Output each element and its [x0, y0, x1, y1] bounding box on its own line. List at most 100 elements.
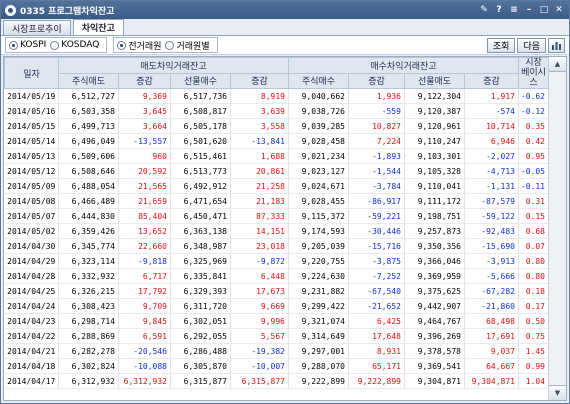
radio-all-members-label: 전거래원: [128, 41, 162, 52]
table-cell: 23,018: [230, 238, 289, 254]
table-cell: 13,652: [118, 223, 171, 239]
tab-market-program-trend[interactable]: 시장프로추이: [3, 20, 71, 35]
table-cell: 9,028,458: [288, 133, 349, 149]
table-row[interactable]: 2014/05/12 6,508,646 20,592 6,513,773 20,861…: [4, 163, 549, 179]
table-row[interactable]: 2014/05/09 6,488,054 21,565 6,492,912 21,258…: [4, 178, 549, 194]
table-cell: 9,039,285: [288, 118, 349, 134]
table-row[interactable]: 2014/04/29 6,323,114 -9,818 6,325,969 -9,872…: [4, 253, 549, 269]
balance-table: 일자 매도차익거래잔고 매수차익거래잔고 시장 베이시스 주식매도 증감 선물매수 증…: [4, 57, 549, 389]
col-subheader[interactable]: 선물매도: [404, 72, 465, 89]
table-cell: -59,122: [464, 208, 519, 224]
pin-icon[interactable]: ✎: [478, 4, 490, 16]
table-row[interactable]: 2014/04/24 6,308,423 9,709 6,311,720 9,669 9,…: [4, 298, 549, 314]
col-basis-header[interactable]: 시장 베이시스: [518, 57, 549, 89]
table-cell: 9,369,541: [404, 358, 465, 374]
minimize-icon[interactable]: –: [523, 4, 535, 16]
table-row[interactable]: 2014/04/22 6,288,869 6,591 6,292,055 5,567 9,…: [4, 328, 549, 344]
table-cell: 21,258: [230, 178, 289, 194]
table-cell: 0.95: [518, 148, 549, 164]
table-row[interactable]: 2014/05/15 6,499,713 3,664 6,505,178 3,558 9,…: [4, 118, 549, 134]
table-cell: -3,784: [348, 178, 405, 194]
col-subheader[interactable]: 증감: [118, 72, 171, 89]
table-cell: 9,231,882: [288, 283, 349, 299]
next-button[interactable]: 다음: [517, 37, 546, 53]
table-row[interactable]: 2014/04/30 6,345,774 22,660 6,348,987 23,018…: [4, 238, 549, 254]
radio-kospi[interactable]: KOSPI: [9, 40, 46, 50]
table-row[interactable]: 2014/04/25 6,326,215 17,792 6,329,393 17,673…: [4, 283, 549, 299]
table-row[interactable]: 2014/05/13 6,509,606 960 6,515,461 1,688 9,02…: [4, 148, 549, 164]
table-cell: 0.75: [518, 328, 549, 344]
table-row[interactable]: 2014/05/08 6,466,489 21,659 6,471,654 21,183…: [4, 193, 549, 209]
table-cell: -21,652: [348, 298, 405, 314]
radio-unselected-icon: [50, 40, 60, 50]
col-subheader[interactable]: 주식매도: [58, 72, 119, 89]
table-cell: 9,122,304: [404, 88, 465, 104]
table-cell: 6,325,969: [170, 253, 231, 269]
table-cell: 6,323,114: [58, 253, 119, 269]
table-row[interactable]: 2014/04/18 6,302,824 -10,088 6,305,870 -10,0…: [4, 358, 549, 374]
chart-icon[interactable]: [548, 37, 565, 53]
col-subheader[interactable]: 증감: [230, 72, 289, 89]
table-row[interactable]: 2014/04/23 6,298,714 9,845 6,302,051 9,996 9,…: [4, 313, 549, 329]
scroll-down-icon[interactable]: ▼: [549, 385, 566, 400]
arbitrage-balance-grid[interactable]: 일자 매도차익거래잔고 매수차익거래잔고 시장 베이시스 주식매도 증감 선물매수 증…: [3, 56, 567, 401]
table-cell: 0.17: [518, 298, 549, 314]
table-cell: 9,205,039: [288, 238, 349, 254]
table-row[interactable]: 2014/05/07 6,444,830 85,404 6,450,471 87,333…: [4, 208, 549, 224]
program-arbitrage-window: 0335 프로그램차익잔고 ✎ ? ≡ – □ ✕ 시장프로추이 차익잔고 KO…: [0, 0, 570, 404]
help-icon[interactable]: ?: [493, 4, 505, 16]
radio-all-members[interactable]: 전거래원: [117, 39, 161, 52]
cell-date: 2014/04/21: [4, 343, 59, 359]
table-cell: 64,667: [464, 358, 519, 374]
table-row[interactable]: 2014/05/14 6,496,049 -13,557 6,501,620 -13,8…: [4, 133, 549, 149]
menu-icon[interactable]: ≡: [508, 4, 520, 16]
radio-by-member-label: 거래원별: [176, 41, 210, 52]
cell-date: 2014/04/18: [4, 358, 59, 374]
table-cell: 17,673: [230, 283, 289, 299]
table-cell: 6,329,393: [170, 283, 231, 299]
table-cell: 0.18: [518, 283, 549, 299]
cell-date: 2014/04/17: [4, 373, 59, 389]
col-subheader[interactable]: 선물매수: [170, 72, 231, 89]
table-cell: 1,688: [230, 148, 289, 164]
table-cell: 68,498: [464, 313, 519, 329]
table-cell: -2,027: [464, 148, 519, 164]
tab-arbitrage-balance[interactable]: 차익잔고: [72, 19, 124, 35]
col-subheader[interactable]: 증감: [464, 72, 519, 89]
table-cell: 6,298,714: [58, 313, 119, 329]
table-cell: 960: [118, 148, 171, 164]
table-cell: 6,591: [118, 328, 171, 344]
table-row[interactable]: 2014/04/21 6,282,278 -20,546 6,286,488 -19,3…: [4, 343, 549, 359]
table-cell: 6,288,869: [58, 328, 119, 344]
maximize-icon[interactable]: □: [538, 4, 550, 16]
col-subheader[interactable]: 주식매수: [288, 72, 349, 89]
table-cell: 6,315,877: [170, 373, 231, 389]
col-date-header[interactable]: 일자: [4, 57, 59, 89]
table-cell: 9,442,907: [404, 298, 465, 314]
table-cell: 6,946: [464, 133, 519, 149]
table-cell: 21,183: [230, 193, 289, 209]
table-row[interactable]: 2014/05/19 6,512,727 9,369 6,517,736 8,919 9,…: [4, 88, 549, 104]
query-button[interactable]: 조회: [486, 37, 516, 53]
table-row[interactable]: 2014/04/17 6,312,932 6,312,932 6,315,877 6,3…: [4, 373, 549, 389]
table-cell: 6,311,720: [170, 298, 231, 314]
radio-kosdaq[interactable]: KOSDAQ: [50, 40, 99, 50]
scroll-up-icon[interactable]: ▲: [549, 57, 566, 72]
radio-by-member[interactable]: 거래원별: [165, 39, 210, 52]
table-row[interactable]: 2014/05/16 6,503,358 3,645 6,508,817 3,639 9,…: [4, 103, 549, 119]
table-row[interactable]: 2014/05/02 6,359,426 13,652 6,363,138 14,151…: [4, 223, 549, 239]
close-icon[interactable]: ✕: [553, 4, 565, 16]
table-cell: -1,544: [348, 163, 405, 179]
table-cell: 85,404: [118, 208, 171, 224]
table-cell: 9,021,234: [288, 148, 349, 164]
table-row[interactable]: 2014/04/28 6,332,932 6,717 6,335,841 6,448 9,…: [4, 268, 549, 284]
table-cell: 6,499,713: [58, 118, 119, 134]
vertical-scrollbar[interactable]: ▲ ▼: [548, 57, 566, 400]
table-cell: 6,492,912: [170, 178, 231, 194]
cell-date: 2014/05/19: [4, 88, 59, 104]
radio-kosdaq-label: KOSDAQ: [61, 40, 100, 50]
table-cell: 1.45: [518, 343, 549, 359]
col-subheader[interactable]: 증감: [348, 72, 405, 89]
table-cell: -7,252: [348, 268, 405, 284]
table-cell: 10,714: [464, 118, 519, 134]
